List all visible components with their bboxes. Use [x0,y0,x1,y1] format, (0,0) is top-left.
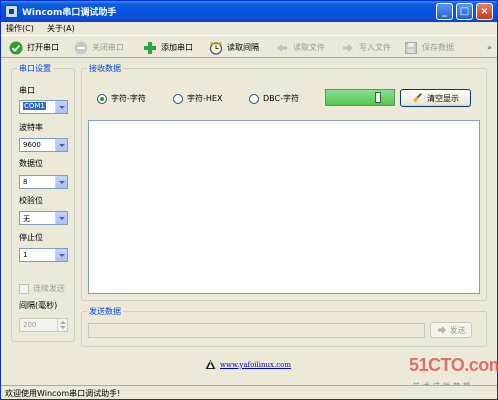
read-interval-label: 读取间隔 [227,43,259,52]
interval-spinner[interactable]: 200 [19,318,68,332]
data-bits-value: 8 [23,178,28,186]
port-value: COM1 [23,102,46,110]
open-port-label: 打开串口 [27,43,59,52]
read-file-label: 读取文件 [293,43,325,52]
baud-select[interactable]: 9600 [19,138,68,152]
add-port-button[interactable]: 添加串口 [143,39,193,56]
read-file-button[interactable]: 读取文件 [275,39,325,56]
mode-dbc-char-radio[interactable]: DBC-字符 [249,93,299,104]
serial-settings-title: 串口设置 [17,63,53,74]
stop-bits-select[interactable]: 1 [19,248,68,262]
toolbar: 打开串口 关闭串口 添加串口 读取间隔 读取文件 写入文件 保存数据 » [1,35,497,58]
chevron-down-icon[interactable] [55,212,67,224]
open-port-button[interactable]: 打开串口 [9,39,59,56]
mode-char-hex-label: 字符-HEX [187,94,223,103]
toolbar-overflow-icon[interactable]: » [487,43,495,53]
minimize-button[interactable]: _ [436,3,453,20]
write-file-button[interactable]: 写入文件 [341,39,391,56]
chevron-down-icon[interactable] [55,139,67,151]
progress-thumb [375,92,381,103]
parity-select[interactable]: 无 [19,211,68,225]
send-button[interactable]: 发送 [430,322,472,338]
mode-char-char-label: 字符-字符 [111,94,146,103]
clear-display-label: 清空显示 [427,93,459,103]
check-icon [9,41,23,55]
mode-char-hex-radio[interactable]: 字符-HEX [173,93,222,104]
spinner-arrows-icon[interactable] [57,319,67,331]
parity-label: 校验位 [19,196,43,205]
title-bar: Wincom串口调试助手 _ □ × [1,1,497,22]
read-interval-button[interactable]: 读取间隔 [209,39,259,56]
app-icon [5,5,18,18]
add-port-label: 添加串口 [161,43,193,52]
read-file-icon [275,41,289,55]
send-label: 发送 [449,325,466,335]
write-file-label: 写入文件 [359,43,391,52]
stop-icon [74,41,88,55]
chevron-down-icon[interactable] [55,176,67,188]
menu-operate[interactable]: 操作(C) [6,23,34,34]
menu-bar: 操作(C) 关于(A) [1,22,497,35]
stop-bits-value: 1 [23,251,28,259]
data-bits-label: 数据位 [19,159,43,168]
watermark-logo-text: 51CTO.com [409,355,498,375]
website-link-text[interactable]: www.yafoilinux.com [220,361,291,369]
website-link[interactable]: www.yafoilinux.com [205,359,291,370]
checkbox-box[interactable] [19,283,29,294]
write-file-icon [341,41,355,55]
window-title: Wincom串口调试助手 [22,8,117,18]
tux-icon [205,359,216,370]
continuous-send-label: 连续发送 [33,284,65,293]
mode-dbc-char-label: DBC-字符 [263,94,299,103]
status-text: 欢迎使用Wincom串口调试助手! [5,389,121,398]
radio-button[interactable] [173,93,183,104]
mode-char-char-radio[interactable]: 字符-字符 [97,93,146,104]
clear-display-button[interactable]: 清空显示 [400,89,471,107]
interval-value: 200 [23,321,37,329]
maximize-button[interactable]: □ [456,3,473,20]
stop-bits-label: 停止位 [19,233,43,242]
receive-progress-bar [325,89,395,106]
baud-label: 波特率 [19,123,43,132]
plus-icon [143,41,157,55]
send-input[interactable] [88,323,425,338]
send-title: 发送数据 [87,306,123,317]
broom-icon [412,92,424,104]
port-label: 串口 [19,86,35,95]
receive-textarea[interactable] [88,120,480,294]
clock-icon [209,41,223,55]
interval-label: 间隔(毫秒) [19,301,58,310]
receive-title: 接收数据 [87,63,123,74]
close-port-label: 关闭串口 [92,43,124,52]
chevron-down-icon[interactable] [55,249,67,261]
continuous-send-checkbox[interactable]: 连续发送 [19,283,65,294]
baud-value: 9600 [23,141,41,149]
menu-about[interactable]: 关于(A) [47,23,75,34]
status-bar: 欢迎使用Wincom串口调试助手! [1,385,497,399]
close-port-button[interactable]: 关闭串口 [74,39,124,56]
save-icon [404,41,418,55]
save-data-button[interactable]: 保存数据 [404,39,454,56]
close-button[interactable]: × [476,3,493,20]
radio-button[interactable] [97,93,107,104]
radio-button[interactable] [249,93,259,104]
main-window: Wincom串口调试助手 _ □ × 操作(C) 关于(A) 打开串口 关闭串口… [0,0,498,400]
chevron-down-icon[interactable] [55,101,67,113]
data-bits-select[interactable]: 8 [19,175,68,189]
port-select[interactable]: COM1 [19,100,68,114]
parity-value: 无 [23,215,30,223]
arrow-right-icon [437,325,447,335]
save-data-label: 保存数据 [422,43,454,52]
